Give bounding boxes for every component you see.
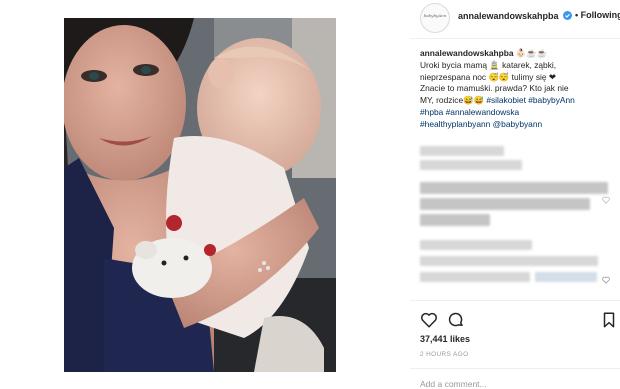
add-comment-input[interactable]: Add a comment... <box>420 379 487 389</box>
bookmark-icon[interactable] <box>600 311 618 329</box>
add-comment-bar: Add a comment... <box>410 368 620 389</box>
hashtag-silakobiet[interactable]: #silakobiet <box>486 95 526 105</box>
blurred-comment <box>420 182 608 194</box>
likes-count[interactable]: 37,441 likes <box>420 334 470 344</box>
following-button[interactable]: • Following <box>575 10 620 20</box>
blurred-comment <box>420 198 590 210</box>
caption-line-4: MY, rodzice😅😅 <box>420 95 484 106</box>
blurred-comment <box>420 160 522 170</box>
blurred-comment <box>420 256 598 266</box>
caption-line-3: Znacie to mamuśki. prawda? Kto jak nie <box>420 83 569 94</box>
caption-emoji: 👶🏻☕☕ <box>515 48 548 58</box>
verified-badge-icon <box>563 11 572 20</box>
post-header: babybyAnn annalewandowskahpba • Followin… <box>410 0 620 39</box>
hashtag-babybyann[interactable]: #babybyAnn <box>528 95 575 105</box>
blurred-comment <box>420 240 532 250</box>
hashtag-healthyplanbyann[interactable]: #healthyplanbyann <box>420 119 490 129</box>
avatar[interactable]: babybyAnn <box>420 3 450 33</box>
heart-icon[interactable] <box>420 311 438 329</box>
comment-heart-icon[interactable] <box>602 196 610 204</box>
post-timestamp: 2 HOURS AGO <box>420 351 469 358</box>
header-username[interactable]: annalewandowskahpba <box>458 11 559 21</box>
photo-illustration <box>64 18 336 372</box>
comment-heart-icon[interactable] <box>602 276 610 284</box>
blurred-comment <box>420 214 490 226</box>
mention-babybyann[interactable]: @babybyann <box>493 119 542 129</box>
post-side-panel: babybyAnn annalewandowskahpba • Followin… <box>410 0 620 389</box>
blurred-comment <box>535 272 597 282</box>
blurred-comment <box>420 272 530 282</box>
blurred-comment <box>420 146 504 156</box>
hashtag-hpba[interactable]: #hpba <box>420 107 443 117</box>
caption-line-1: Uroki bycia mamą 🚊 katarek, ząbki, <box>420 59 557 70</box>
post-photo[interactable] <box>64 18 336 372</box>
hashtag-annalewandowska[interactable]: #annalewandowska <box>446 107 520 117</box>
post-caption: annalewandowskahpba 👶🏻☕☕ Uroki bycia mam… <box>420 48 615 131</box>
avatar-logo: babybyAnn <box>423 13 447 18</box>
comment-icon[interactable] <box>447 311 465 329</box>
caption-line-2: nieprzespana noc 😴😴 tulimy się ❤ <box>420 71 556 82</box>
caption-username[interactable]: annalewandowskahpba <box>420 48 514 58</box>
